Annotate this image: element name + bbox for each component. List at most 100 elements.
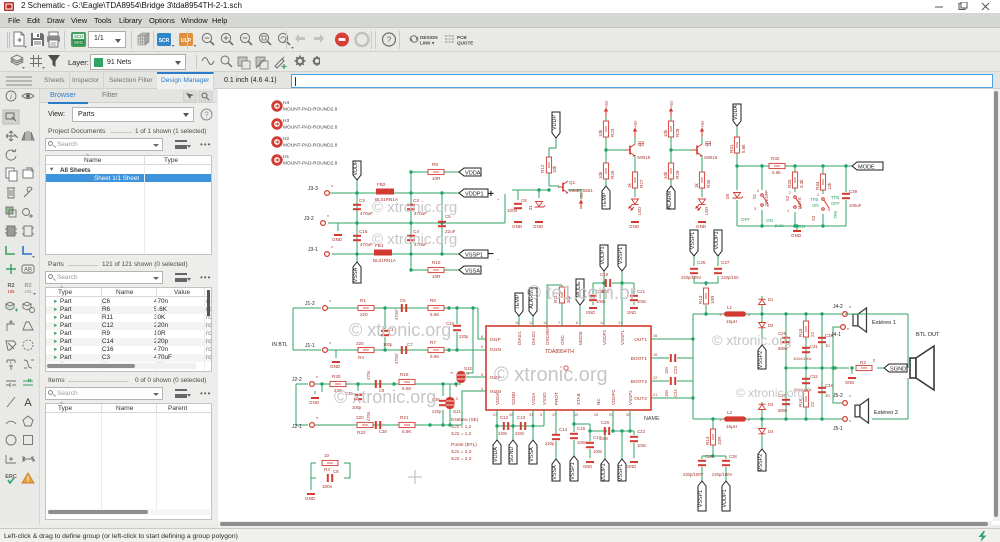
svg-text:VDDA: VDDA bbox=[493, 447, 499, 462]
svg-text:MODE: MODE bbox=[578, 331, 583, 345]
svg-text:9: 9 bbox=[481, 345, 483, 349]
svg-text:5.6K: 5.6K bbox=[430, 354, 440, 359]
svg-text:R7: R7 bbox=[430, 340, 436, 345]
svg-text:Estéreo (SE): Estéreo (SE) bbox=[451, 417, 479, 423]
svg-text:GND: GND bbox=[845, 380, 854, 385]
svg-text:D2: D2 bbox=[768, 323, 774, 328]
svg-text:220: 220 bbox=[356, 415, 364, 420]
svg-text:0: 0 bbox=[873, 358, 876, 363]
svg-text:C16: C16 bbox=[577, 426, 586, 431]
svg-text:L2: L2 bbox=[727, 410, 733, 415]
svg-text:TFB: TFB bbox=[831, 195, 839, 200]
svg-text:J2-1: J2-1 bbox=[292, 424, 302, 430]
svg-text:© xtronic.org: © xtronic.org bbox=[736, 386, 804, 400]
svg-text:DIAG1: DIAG1 bbox=[517, 331, 522, 345]
svg-text:22: 22 bbox=[810, 401, 815, 407]
svg-text:R27: R27 bbox=[639, 179, 644, 188]
svg-text:220p: 220p bbox=[545, 441, 555, 446]
svg-text:VDDP: VDDP bbox=[552, 115, 558, 130]
svg-text:OUT2: OUT2 bbox=[634, 396, 647, 402]
svg-text:J4-1: J4-1 bbox=[831, 332, 841, 338]
svg-text:AB: AB bbox=[24, 268, 32, 274]
svg-text:1n: 1n bbox=[825, 393, 830, 398]
svg-text:GND: GND bbox=[696, 224, 707, 229]
svg-text:R12: R12 bbox=[540, 164, 545, 173]
svg-text:10R: 10R bbox=[717, 436, 722, 445]
svg-text:VSSA: VSSA bbox=[531, 392, 536, 405]
svg-text:R4: R4 bbox=[358, 355, 364, 360]
svg-text:C8: C8 bbox=[521, 198, 527, 203]
svg-text:© xtronic.org: © xtronic.org bbox=[372, 199, 457, 216]
svg-text:SJ2 = 1,2: SJ2 = 1,2 bbox=[451, 431, 472, 437]
svg-text:1: 1 bbox=[787, 209, 789, 213]
svg-text:8: 8 bbox=[481, 335, 483, 339]
svg-text:OSC: OSC bbox=[560, 334, 565, 345]
svg-text:VSSP1: VSSP1 bbox=[570, 462, 576, 479]
svg-text:ON: ON bbox=[812, 203, 819, 208]
svg-text:10k: 10k bbox=[663, 171, 668, 179]
svg-text:C34: C34 bbox=[825, 383, 833, 388]
svg-text:GND: GND bbox=[627, 310, 636, 315]
svg-text:DESIGN: DESIGN bbox=[420, 35, 438, 40]
svg-text:© xtronic.org: © xtronic.org bbox=[349, 320, 451, 340]
svg-text:10k: 10k bbox=[598, 171, 603, 179]
svg-text:5.6k: 5.6k bbox=[741, 144, 746, 153]
svg-text:TDA8954TH: TDA8954TH bbox=[545, 349, 574, 355]
svg-text:ON: ON bbox=[766, 218, 773, 223]
svg-text:R28: R28 bbox=[675, 128, 680, 137]
svg-text:© xtronic.org: © xtronic.org bbox=[712, 332, 792, 348]
svg-text:220p: 220p bbox=[432, 409, 442, 414]
svg-text:BTL OUT: BTL OUT bbox=[916, 332, 940, 338]
svg-text:6: 6 bbox=[576, 321, 578, 325]
svg-text:S9015: S9015 bbox=[637, 155, 651, 160]
svg-text:+: + bbox=[497, 197, 500, 202]
svg-text:MOUNT-PAD-ROUND2.8: MOUNT-PAD-ROUND2.8 bbox=[283, 161, 338, 167]
svg-text:BL01RN1A: BL01RN1A bbox=[373, 258, 397, 263]
svg-text:R33: R33 bbox=[787, 179, 792, 188]
svg-text:MOUNT-PAD-ROUND2.8: MOUNT-PAD-ROUND2.8 bbox=[283, 107, 338, 113]
svg-text:IN1P: IN1P bbox=[490, 337, 501, 343]
svg-text:H3: H3 bbox=[283, 118, 289, 124]
svg-text:220p/100V: 220p/100V bbox=[681, 275, 701, 280]
svg-text:TEMP: TEMP bbox=[515, 294, 521, 309]
svg-text:VSSA: VSSA bbox=[465, 268, 480, 274]
svg-text:22: 22 bbox=[810, 331, 815, 337]
svg-text:© xtronic.org: © xtronic.org bbox=[372, 231, 457, 248]
svg-text:ON: ON bbox=[798, 224, 805, 229]
svg-text:220: 220 bbox=[360, 312, 368, 317]
svg-text:−: − bbox=[497, 257, 500, 262]
svg-text:VDDA: VDDA bbox=[465, 170, 481, 176]
svg-text:10R: 10R bbox=[432, 274, 441, 279]
svg-text:GND: GND bbox=[330, 364, 341, 369]
svg-text:1k: 1k bbox=[694, 182, 699, 188]
svg-text:FB2: FB2 bbox=[377, 182, 386, 187]
svg-text:VSSP1: VSSP1 bbox=[698, 490, 704, 507]
svg-text:C6: C6 bbox=[400, 298, 406, 303]
svg-text:2: 2 bbox=[817, 193, 819, 197]
svg-text:H4: H4 bbox=[283, 100, 289, 106]
svg-text:S1: S1 bbox=[752, 193, 757, 199]
svg-text:*: * bbox=[316, 417, 318, 423]
svg-text:+: + bbox=[488, 189, 494, 200]
svg-text:C32: C32 bbox=[810, 374, 818, 379]
svg-text:VDDP1: VDDP1 bbox=[601, 464, 607, 482]
svg-text:QUOTE: QUOTE bbox=[457, 41, 473, 46]
svg-text:15n: 15n bbox=[664, 389, 669, 397]
svg-text:100n: 100n bbox=[599, 436, 609, 441]
svg-text:C20: C20 bbox=[601, 420, 610, 425]
svg-text:C23: C23 bbox=[673, 366, 678, 374]
svg-text:3.3k: 3.3k bbox=[799, 179, 804, 188]
svg-text:R15: R15 bbox=[798, 328, 803, 337]
svg-text:R1: R1 bbox=[360, 298, 366, 303]
svg-text:220: 220 bbox=[356, 341, 364, 346]
svg-text:470nf: 470nf bbox=[394, 353, 399, 364]
svg-text:D5: D5 bbox=[725, 193, 730, 199]
svg-text:?: ? bbox=[204, 111, 209, 120]
svg-text:Q1: Q1 bbox=[569, 180, 576, 185]
svg-text:3: 3 bbox=[754, 207, 756, 211]
svg-text:R22: R22 bbox=[357, 430, 366, 435]
svg-text:R6: R6 bbox=[430, 298, 436, 303]
svg-text:*: * bbox=[849, 420, 851, 426]
svg-text:10k: 10k bbox=[552, 165, 557, 173]
svg-text:5.6K: 5.6K bbox=[430, 312, 440, 317]
